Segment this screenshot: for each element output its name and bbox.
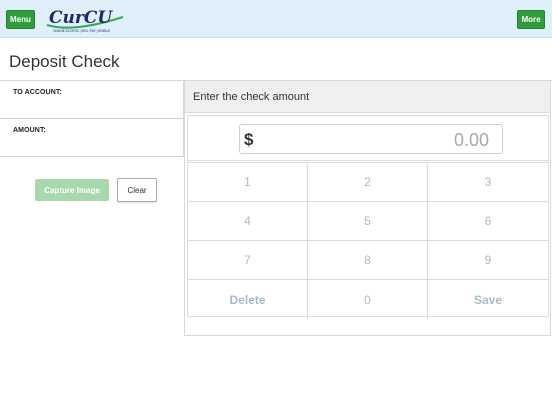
to-account-field[interactable]: TO ACCOUNT: [0,81,184,119]
key-4[interactable]: 4 [188,202,308,241]
key-2[interactable]: 2 [308,163,428,202]
page-title: Deposit Check [9,52,120,71]
amount-display-row: $ 0.00 [187,115,549,161]
logo-tagline: ONLINE ACCESS | SELL PAY | MOBILE [53,29,110,33]
dollar-sign: $ [244,130,254,149]
amount-value: 0.00 [453,130,489,150]
keypad-heading: Enter the check amount [185,81,550,113]
key-5[interactable]: 5 [308,202,428,241]
more-button[interactable]: More [517,10,545,29]
key-1[interactable]: 1 [188,163,308,202]
amount-field[interactable]: AMOUNT: [0,119,184,157]
key-0[interactable]: 0 [308,280,428,319]
curcu-logo: CurCU ONLINE ACCESS | SELL PAY | MOBILE [43,3,127,35]
key-9[interactable]: 9 [428,241,548,280]
amount-display[interactable]: $ 0.00 [239,124,503,154]
numeric-keypad: 1 2 3 4 5 6 7 8 9 Delete 0 Save [187,162,549,319]
amount-keypad-panel: Enter the check amount $ 0.00 123 456 789 D… [184,80,551,336]
key-6[interactable]: 6 [428,202,548,241]
clear-button[interactable]: Clear [117,178,157,202]
capture-image-button[interactable]: Capture Image [35,179,109,201]
menu-button[interactable]: Menu [6,10,35,29]
delete-key[interactable]: Delete [188,280,308,319]
key-3[interactable]: 3 [428,163,548,202]
amount-label: AMOUNT: [13,127,46,134]
app-header: Menu CurCU ONLINE ACCESS | SELL PAY | MO… [0,0,552,38]
key-8[interactable]: 8 [308,241,428,280]
logo-wordmark: CurCU [49,8,113,28]
deposit-form: TO ACCOUNT: AMOUNT: Capture Image Clear [0,81,184,202]
to-account-label: TO ACCOUNT: [13,89,62,96]
key-7[interactable]: 7 [188,241,308,280]
save-key[interactable]: Save [428,280,548,319]
